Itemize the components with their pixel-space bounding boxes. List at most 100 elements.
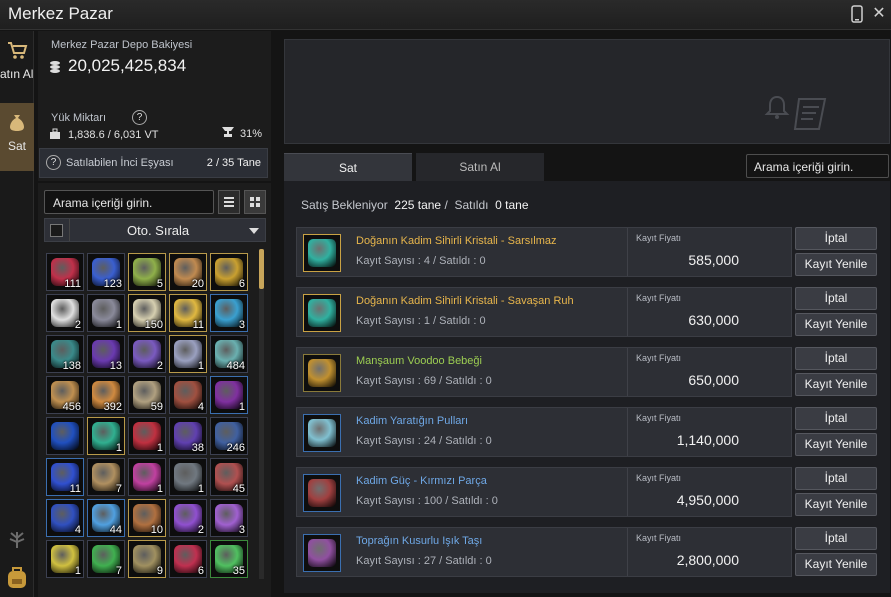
cancel-button[interactable]: İptal [795,227,877,250]
listing-item[interactable]: Toprağın Kusurlu Işık Taşı Kayıt Sayısı :… [296,527,792,577]
inventory-slot[interactable]: 484 [210,335,248,373]
inventory-slot[interactable]: 7 [87,458,125,496]
inventory-slot[interactable]: 44 [87,499,125,537]
renew-listing-button[interactable]: Kayıt Yenile [795,373,877,396]
inventory-slot[interactable]: 1 [169,458,207,496]
inventory-slot[interactable]: 10 [128,499,166,537]
inventory-slot[interactable]: 38 [169,417,207,455]
inventory-slot[interactable]: 246 [210,417,248,455]
tree-icon[interactable] [5,526,29,555]
inventory-slot[interactable]: 9 [128,540,166,578]
inventory-slot[interactable]: 2 [128,335,166,373]
weight-percent: 31% [240,128,263,140]
listing-item-name: Manşaum Voodoo Bebeği [356,355,482,367]
inventory-slot[interactable]: 4 [169,376,207,414]
listing-row: Kadim Güç - Kırmızı Parça Kayıt Sayısı : … [296,467,877,519]
inventory-slot[interactable]: 456 [46,376,84,414]
inventory-slot[interactable]: 2 [169,499,207,537]
cart-icon [6,39,28,61]
item-icon [308,419,336,447]
backpack-icon[interactable] [5,564,29,595]
row-divider [627,228,628,276]
inventory-slot[interactable] [46,417,84,455]
sort-label: Oto. Sırala [127,223,190,238]
listing-item[interactable]: Manşaum Voodoo Bebeği Kayıt Sayısı : 69 /… [296,347,792,397]
inventory-slot[interactable]: 123 [87,253,125,291]
inventory-slot[interactable]: 35 [210,540,248,578]
inventory-slot[interactable]: 4 [46,499,84,537]
listing-panel: Satış Bekleniyor 225 tane / Satıldı 0 ta… [284,181,890,593]
cancel-button[interactable]: İptal [795,347,877,370]
inventory-slot[interactable]: 5 [128,253,166,291]
inventory-slot[interactable]: 111 [46,253,84,291]
listing-row: Doğanın Kadim Sihirli Kristali - Savaşan… [296,287,877,339]
inventory-slot[interactable]: 59 [128,376,166,414]
cancel-button[interactable]: İptal [795,407,877,430]
listing-item-icon [303,234,341,272]
renew-listing-button[interactable]: Kayıt Yenile [795,313,877,336]
inventory-slot[interactable]: 11 [169,294,207,332]
listing-row: Manşaum Voodoo Bebeği Kayıt Sayısı : 69 /… [296,347,877,399]
inventory-slot[interactable]: 1 [87,294,125,332]
info-icon[interactable]: ? [46,155,61,170]
grid-view-button[interactable] [244,190,266,214]
listing-item-icon [303,354,341,392]
item-count: 38 [191,442,204,454]
item-icon [51,422,79,450]
listing-price: 585,000 [688,252,739,268]
price-label: Kayıt Fiyatı [636,353,682,363]
sort-divider [69,219,70,241]
nav-buy-button[interactable]: Satın Al [0,31,34,99]
renew-listing-button[interactable]: Kayıt Yenile [795,433,877,456]
inventory-slot[interactable]: 1 [128,417,166,455]
help-icon[interactable]: ? [132,110,147,125]
inventory-slot[interactable]: 1 [169,335,207,373]
inventory-search-input[interactable]: Arama içeriği girin. [44,190,214,214]
inventory-slot[interactable]: 13 [87,335,125,373]
inventory-slot[interactable]: 1 [128,458,166,496]
inventory-slot[interactable]: 6 [169,540,207,578]
inventory-slot[interactable]: 1 [87,417,125,455]
listing-item[interactable]: Kadim Güç - Kırmızı Parça Kayıt Sayısı : … [296,467,792,517]
inventory-slot[interactable]: 150 [128,294,166,332]
cancel-button[interactable]: İptal [795,527,877,550]
nav-sell-button[interactable]: Sat [0,103,34,171]
item-count: 13 [109,360,122,372]
listing-item-meta: Kayıt Sayısı : 4 / Satıldı : 0 [356,255,486,267]
inventory-slot[interactable]: 45 [210,458,248,496]
balance-value: 20,025,425,834 [68,56,187,75]
listing-search-input[interactable]: Arama içeriği girin. [746,154,889,178]
phone-icon[interactable] [849,5,865,23]
inventory-slot[interactable]: 3 [210,294,248,332]
inventory-slot[interactable]: 11 [46,458,84,496]
tab-buy[interactable]: Satın Al [416,153,544,181]
renew-listing-button[interactable]: Kayıt Yenile [795,553,877,576]
inventory-slot[interactable]: 392 [87,376,125,414]
listing-item-meta: Kayıt Sayısı : 69 / Satıldı : 0 [356,375,492,387]
renew-listing-button[interactable]: Kayıt Yenile [795,493,877,516]
inventory-slot[interactable]: 2 [46,294,84,332]
close-icon[interactable]: ✕ [871,5,887,23]
listing-item[interactable]: Doğanın Kadim Sihirli Kristali - Sarsılm… [296,227,792,277]
inventory-slot[interactable]: 1 [210,376,248,414]
tab-sell[interactable]: Sat [284,153,412,181]
list-view-button[interactable] [218,190,240,214]
item-count: 35 [232,565,245,577]
cancel-button[interactable]: İptal [795,287,877,310]
listing-item[interactable]: Kadim Yaratığın Pulları Kayıt Sayısı : 24… [296,407,792,457]
auto-sort-dropdown[interactable]: Oto. Sırala [44,218,266,242]
inventory-slot[interactable]: 138 [46,335,84,373]
inventory-slot[interactable]: 7 [87,540,125,578]
renew-listing-button[interactable]: Kayıt Yenile [795,253,877,276]
inventory-slot[interactable]: 20 [169,253,207,291]
inventory-scrollbar[interactable] [259,249,264,579]
inventory-slot[interactable]: 1 [46,540,84,578]
inventory-slot[interactable]: 3 [210,499,248,537]
item-count: 3 [238,524,245,536]
listing-item[interactable]: Doğanın Kadim Sihirli Kristali - Savaşan… [296,287,792,337]
scroll-thumb[interactable] [259,249,264,289]
item-count: 111 [64,278,81,290]
select-all-checkbox[interactable] [50,224,63,237]
cancel-button[interactable]: İptal [795,467,877,490]
inventory-slot[interactable]: 6 [210,253,248,291]
